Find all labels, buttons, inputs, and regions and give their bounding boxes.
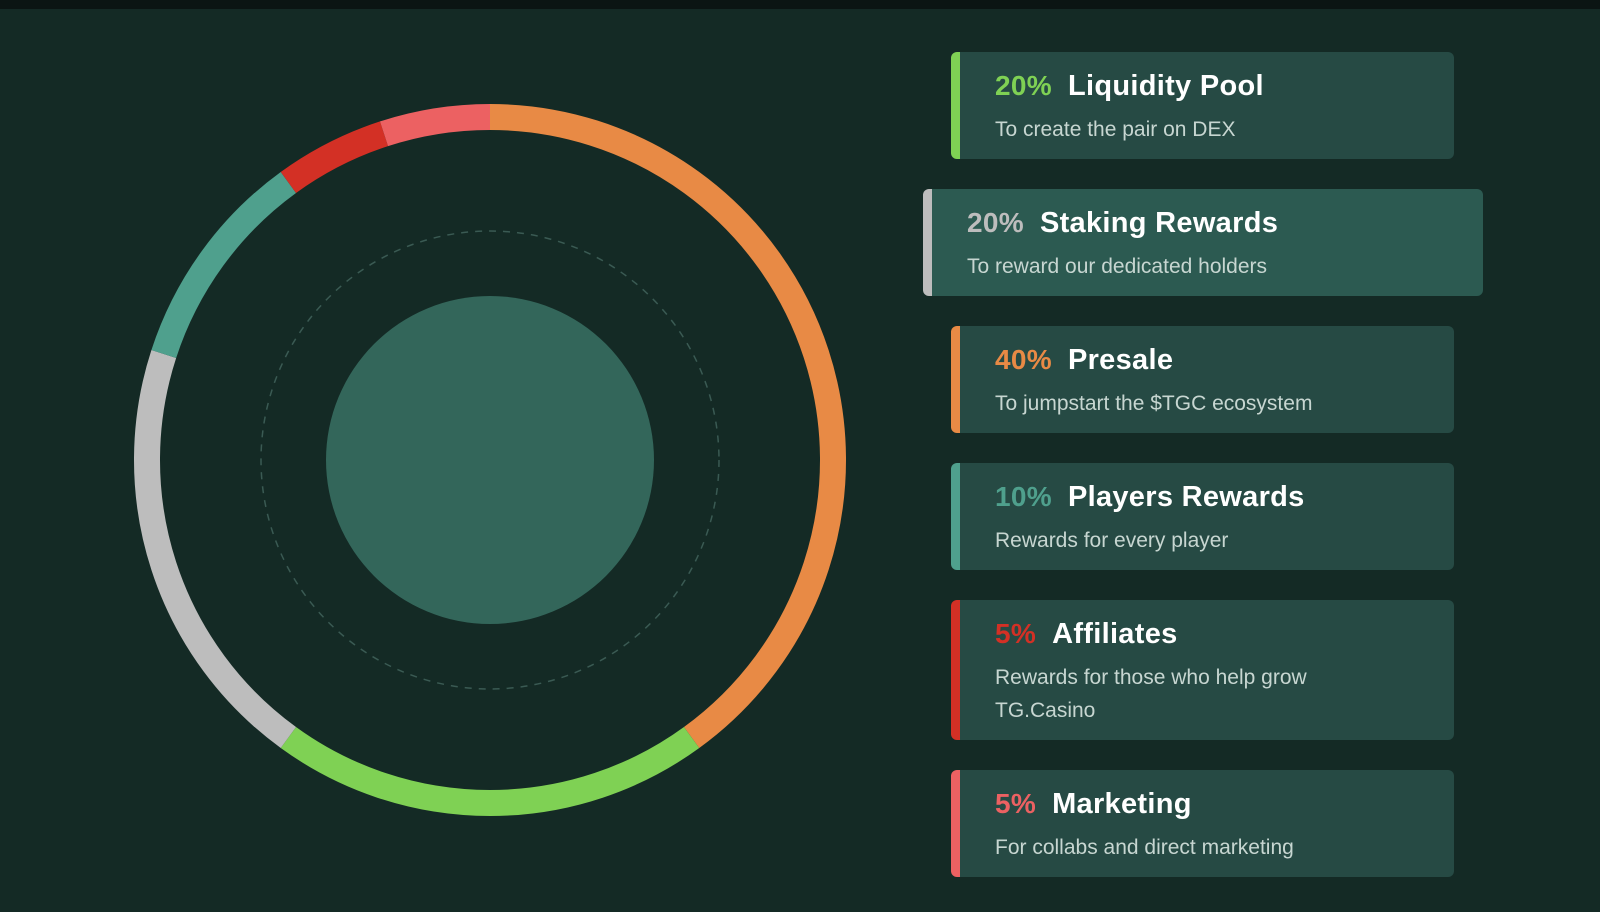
legend-description: To create the pair on DEX [995, 118, 1236, 141]
legend-description: For collabs and direct marketing [995, 836, 1294, 859]
donut-segment-affiliates [280, 121, 389, 194]
legend-percent: 20% [995, 70, 1052, 101]
legend-title: Presale [1067, 344, 1174, 376]
donut-segment-marketing [379, 104, 491, 147]
legend-percent: 20% [967, 207, 1024, 238]
legend-percent: 10% [995, 481, 1052, 512]
legend-card-players-rewards[interactable]: 10% Players Rewards Rewards for every pl… [951, 463, 1454, 570]
donut-segment-liquidity-pool [280, 726, 700, 816]
legend-description: To reward our dedicated holders [967, 255, 1268, 278]
center-disc [326, 296, 654, 624]
donut-segment-players-rewards [151, 171, 297, 359]
legend-card-marketing[interactable]: 5% Marketing For collabs and direct mark… [951, 770, 1454, 877]
legend-title: Players Rewards [1067, 481, 1305, 513]
legend-title: Liquidity Pool [1067, 70, 1264, 102]
legend-description: To jumpstart the $TGC ecosystem [995, 392, 1313, 415]
legend-percent: 5% [995, 788, 1037, 819]
legend-title: Affiliates [1052, 618, 1178, 650]
legend-card-affiliates[interactable]: 5% Affiliates Rewards for those who help… [951, 600, 1454, 740]
legend-card-staking-rewards[interactable]: 20% Staking Rewards To reward our dedica… [923, 189, 1483, 296]
legend-percent: 5% [995, 618, 1037, 649]
legend-title: Marketing [1052, 788, 1192, 820]
legend-percent: 40% [995, 344, 1052, 375]
legend-title: Staking Rewards [1039, 207, 1279, 239]
donut-segment-staking-rewards [134, 349, 297, 749]
top-bar [0, 0, 1600, 9]
legend-description: Rewards for those who help grow TG.Casin… [995, 666, 1307, 722]
legend-description: Rewards for every player [995, 529, 1229, 552]
legend-card-presale[interactable]: 40% Presale To jumpstart the $TGC ecosys… [951, 326, 1454, 433]
tokenomics-donut-chart [134, 104, 846, 816]
legend-card-liquidity-pool[interactable]: 20% Liquidity Pool To create the pair on… [951, 52, 1454, 159]
